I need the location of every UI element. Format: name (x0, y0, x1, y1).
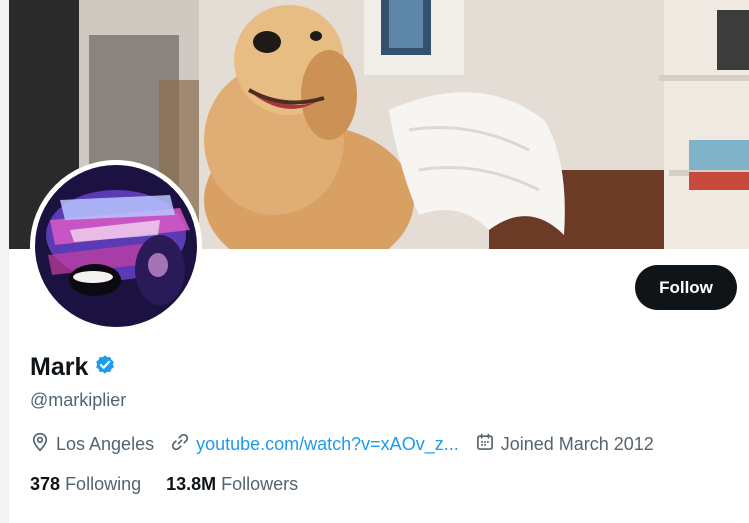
followers-label: Followers (221, 474, 299, 494)
website-link[interactable]: youtube.com/watch?v=xAOv_z... (196, 434, 459, 455)
joined-text: Joined March 2012 (500, 434, 654, 454)
location-item: Los Angeles (30, 432, 154, 457)
following-label: Following (65, 474, 142, 494)
profile-name: Mark (30, 353, 89, 381)
profile-avatar[interactable] (30, 160, 202, 332)
calendar-icon (475, 432, 495, 457)
link-icon (170, 432, 190, 457)
followers-count: 13.8M (166, 474, 217, 494)
followers-link[interactable]: 13.8M Followers (166, 474, 298, 495)
following-link[interactable]: 378 Following (30, 474, 141, 495)
window-edge (0, 0, 9, 523)
following-count: 378 (30, 474, 61, 494)
profile-handle: @markiplier (30, 390, 127, 410)
verified-badge-icon (94, 354, 116, 381)
profile-meta: Los Angeles youtube.com/watch?v=xAOv_z..… (30, 432, 670, 457)
location-pin-icon (30, 432, 50, 457)
follow-button[interactable]: Follow (635, 265, 737, 310)
location-text: Los Angeles (56, 434, 155, 454)
joined-item: Joined March 2012 (475, 432, 654, 457)
website-item[interactable]: youtube.com/watch?v=xAOv_z... (170, 432, 459, 457)
profile-stats: 378 Following 13.8M Followers (30, 474, 323, 495)
profile-name-row: Mark (30, 353, 116, 382)
